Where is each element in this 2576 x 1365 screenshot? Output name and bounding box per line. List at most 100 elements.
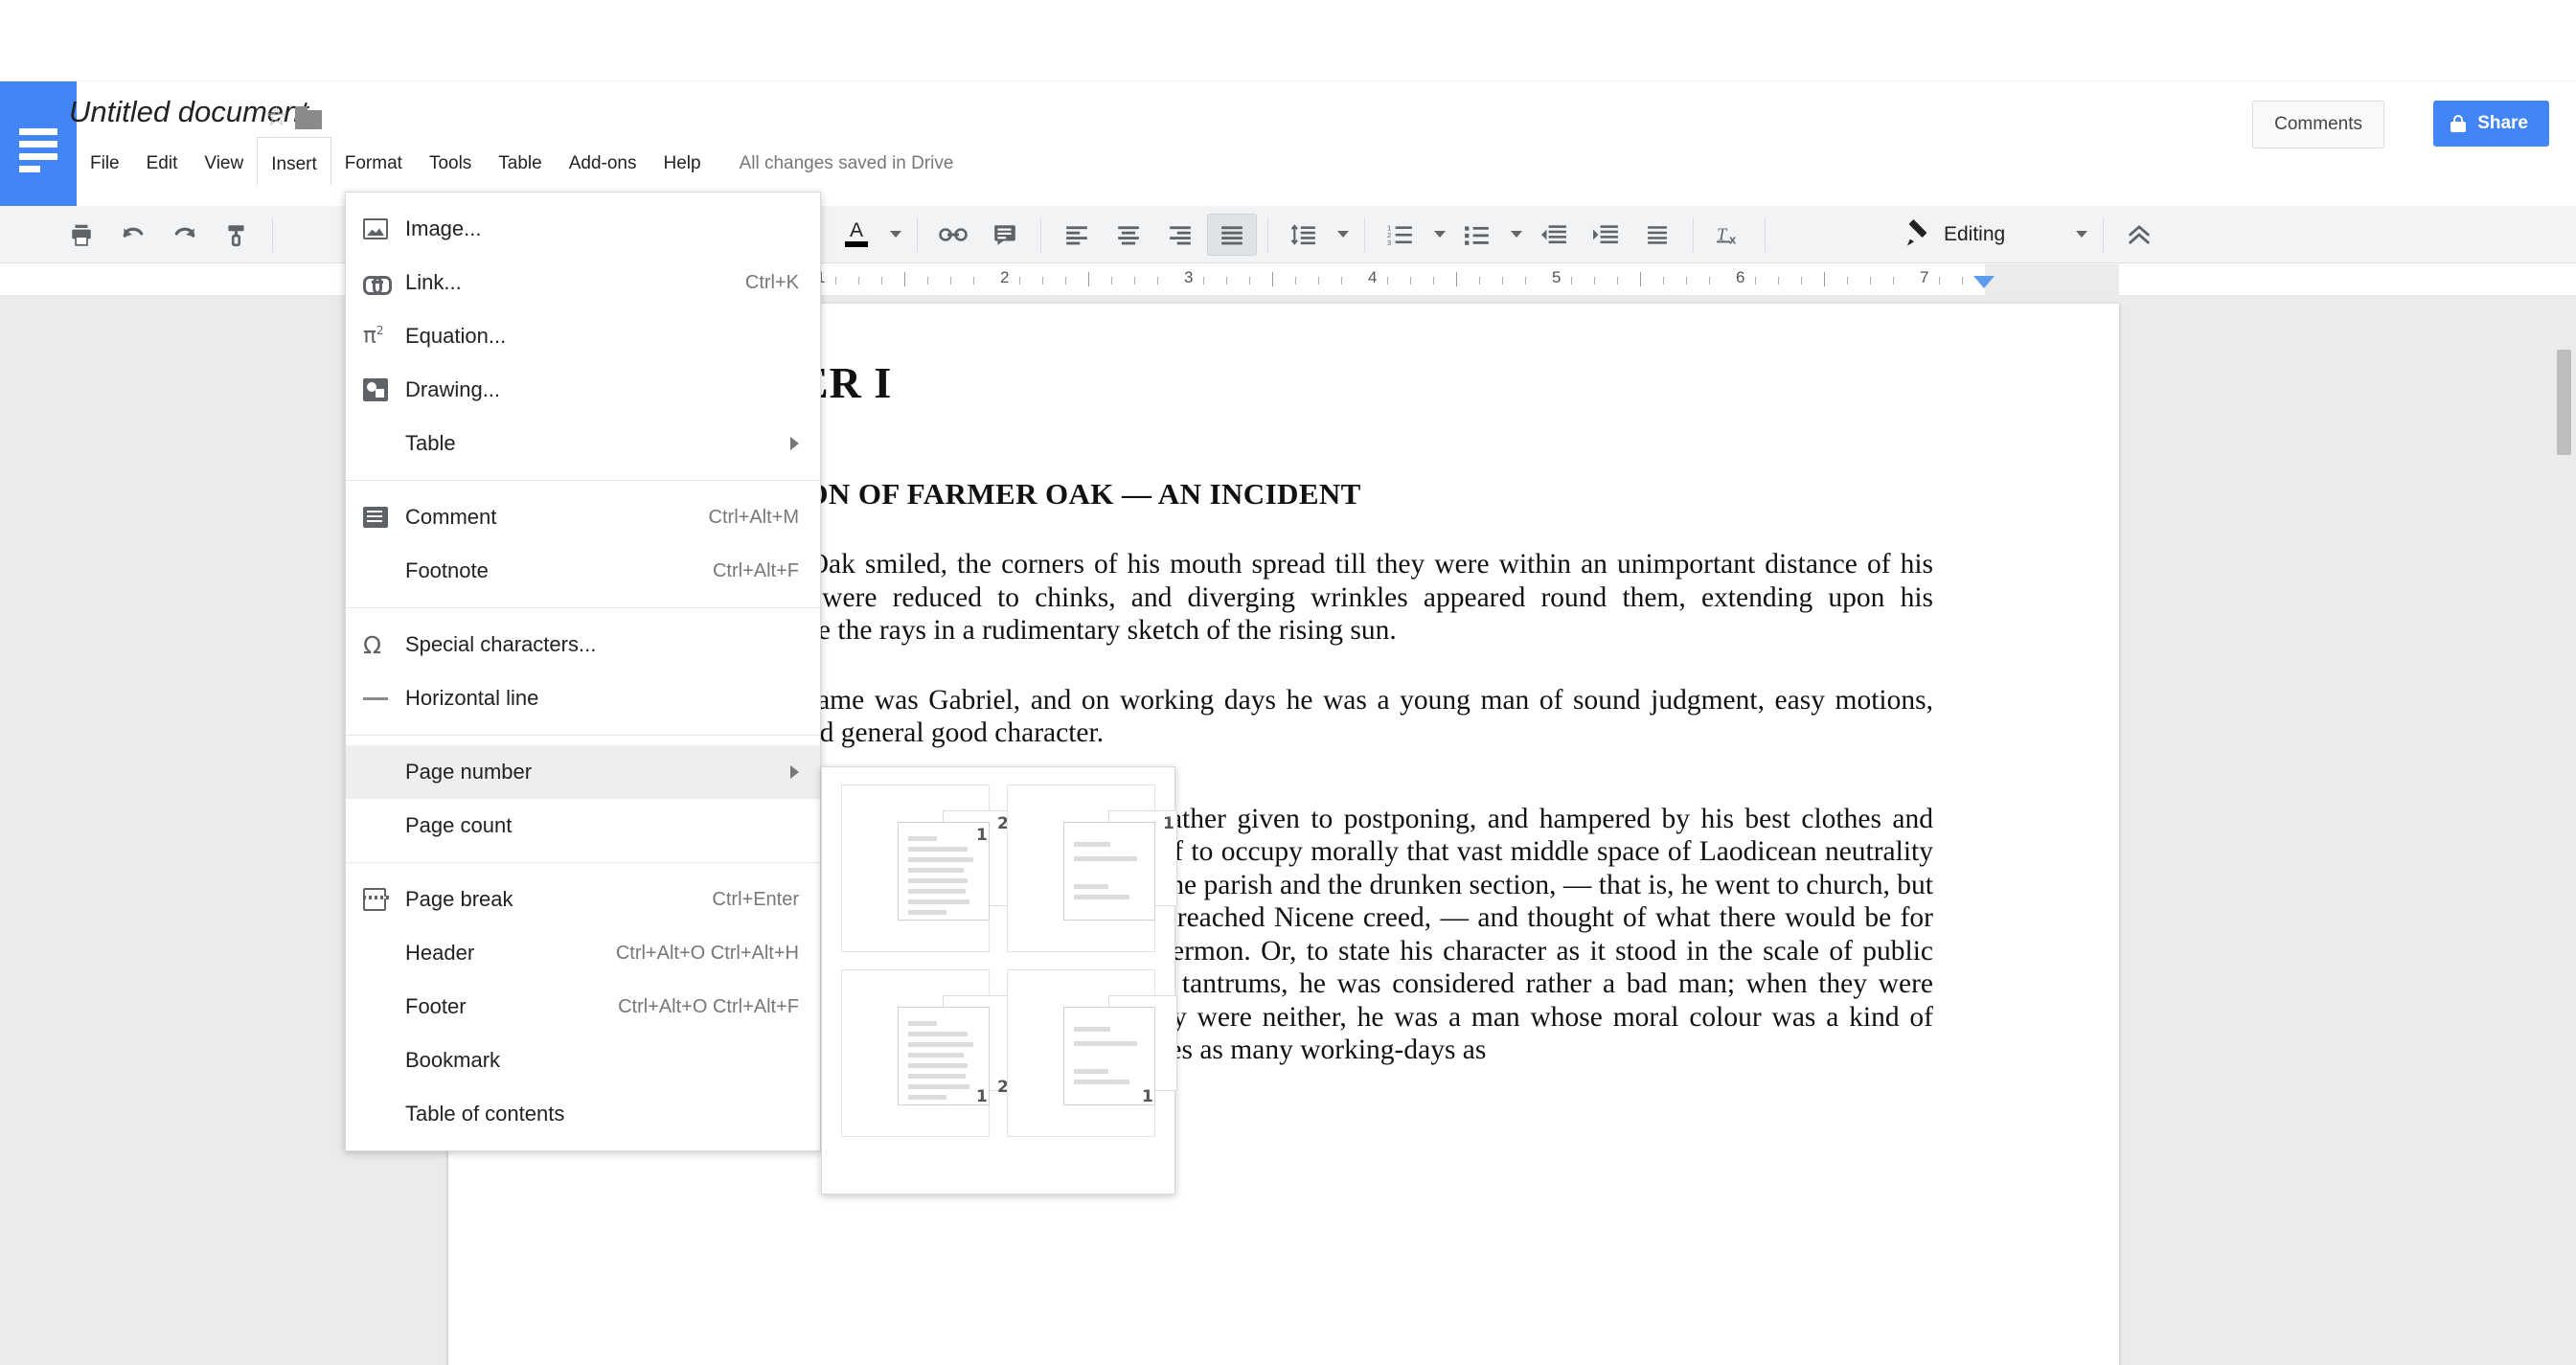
editing-mode-label: Editing <box>1944 222 2006 245</box>
align-left-icon[interactable] <box>1052 214 1102 256</box>
undo-icon[interactable] <box>108 214 158 256</box>
docs-hamburger-icon[interactable] <box>0 81 77 206</box>
menu-item-label: Page count <box>405 813 513 837</box>
menu-file[interactable]: File <box>77 143 133 185</box>
share-button-label: Share <box>2477 113 2528 133</box>
line-spacing-icon[interactable] <box>1279 214 1329 256</box>
text-color-swatch <box>845 241 868 248</box>
editing-mode-caret-icon[interactable] <box>2068 214 2093 256</box>
align-right-icon[interactable] <box>1155 214 1205 256</box>
omega-icon: Ω <box>363 630 382 659</box>
clear-formatting-icon[interactable]: Tx <box>1704 214 1754 256</box>
toolbar-divider <box>1364 216 1365 252</box>
insert-link-icon[interactable] <box>928 214 978 256</box>
ruler-scale[interactable]: 1234567 <box>803 264 2119 296</box>
share-button[interactable]: Share <box>2433 101 2549 147</box>
menu-separator <box>346 480 820 481</box>
menu-format[interactable]: Format <box>331 143 416 185</box>
redo-icon[interactable] <box>160 214 210 256</box>
hide-menus-chevron-double-up-icon[interactable] <box>2114 214 2164 256</box>
menu-item-page-break[interactable]: Page break Ctrl+Enter <box>346 873 820 926</box>
menu-view[interactable]: View <box>191 143 257 185</box>
text-color-button[interactable]: A <box>832 214 881 256</box>
document-paragraph-1a: When Farmer Oak smiled, the corners of h… <box>640 549 1933 646</box>
star-outline-icon[interactable]: ☆ <box>264 103 288 130</box>
bulleted-list-icon[interactable] <box>1452 214 1502 256</box>
menu-item-table[interactable]: Table <box>346 417 820 470</box>
logo-bar <box>19 166 40 172</box>
menu-item-link[interactable]: Link... Ctrl+K <box>346 256 820 309</box>
move-to-folder-icon[interactable] <box>295 106 324 129</box>
page-number-option-top-of-page-except-first[interactable]: 1 <box>1007 785 1177 952</box>
thumb-page-number: 1 <box>976 1087 988 1106</box>
text-color-caret-icon[interactable] <box>882 214 907 256</box>
menu-item-shortcut: Ctrl+Alt+O Ctrl+Alt+H <box>615 942 799 964</box>
page-title: CHAPTER I <box>640 358 893 407</box>
thumb-page-number: 1 <box>976 826 988 845</box>
menu-item-horizontal-line[interactable]: Horizontal line <box>346 671 820 725</box>
menu-item-table-of-contents[interactable]: Table of contents <box>346 1087 820 1141</box>
align-center-icon[interactable] <box>1104 214 1153 256</box>
menu-separator <box>346 862 820 863</box>
toolbar-divider <box>1693 216 1694 252</box>
toolbar-divider <box>2103 216 2105 252</box>
menu-item-drawing[interactable]: Drawing... <box>346 363 820 417</box>
right-indent-marker-icon[interactable] <box>1973 276 1995 288</box>
vertical-scrollbar-thumb[interactable] <box>2557 350 2571 455</box>
menu-item-footnote[interactable]: Footnote Ctrl+Alt+F <box>346 544 820 598</box>
section-subheading: DESCRIPTION OF FARMER OAK — AN INCIDENT <box>640 477 1361 511</box>
menu-item-page-number[interactable]: Page number <box>346 745 820 799</box>
horizontal-line-icon <box>363 696 405 700</box>
menu-separator <box>346 607 820 608</box>
page-number-submenu[interactable]: 211211 <box>821 766 1177 1194</box>
menu-item-label: Special characters... <box>405 632 597 656</box>
numbered-list-icon[interactable]: 123 <box>1376 214 1425 256</box>
menu-edit[interactable]: Edit <box>133 143 192 185</box>
toolbar-align-justify-2-icon[interactable] <box>1632 214 1682 256</box>
numbered-list-caret-icon[interactable] <box>1426 214 1451 256</box>
menu-item-shortcut: Ctrl+Alt+M <box>708 506 799 528</box>
menu-item-label: Drawing... <box>405 377 501 401</box>
menu-insert[interactable]: Insert <box>257 137 331 185</box>
menu-help[interactable]: Help <box>650 143 715 185</box>
menu-item-comment[interactable]: Comment Ctrl+Alt+M <box>346 490 820 544</box>
menu-table[interactable]: Table <box>485 143 555 185</box>
print-icon[interactable] <box>57 214 106 256</box>
svg-text:T: T <box>1717 224 1728 243</box>
menu-item-label: Footnote <box>405 558 489 582</box>
submenu-arrow-icon <box>790 437 799 450</box>
vertical-scrollbar[interactable] <box>2553 296 2576 1365</box>
menu-item-label: Table of contents <box>405 1102 565 1126</box>
logo-bar <box>19 153 57 160</box>
menu-item-special-characters[interactable]: Ω Special characters... <box>346 618 820 671</box>
ruler-number: 7 <box>1920 268 1929 286</box>
align-justify-icon[interactable] <box>1207 213 1257 256</box>
page-number-option-top-of-page-right-aligned[interactable]: 21 <box>841 785 1012 952</box>
comments-button[interactable]: Comments <box>2252 101 2384 148</box>
decrease-indent-icon[interactable] <box>1529 214 1579 256</box>
insert-comment-icon[interactable] <box>980 214 1030 256</box>
page-number-option-bottom-of-page-except-first[interactable]: 1 <box>1007 969 1177 1137</box>
page-number-option-bottom-of-page-right-aligned[interactable]: 21 <box>841 969 1012 1137</box>
paint-format-icon[interactable] <box>212 214 262 256</box>
pencil-icon <box>1905 222 1930 247</box>
menu-item-image[interactable]: Image... <box>346 202 820 256</box>
lock-icon <box>2451 115 2467 132</box>
menu-tools[interactable]: Tools <box>416 143 485 185</box>
increase-indent-icon[interactable] <box>1581 214 1630 256</box>
editing-mode-selector[interactable]: Editing <box>1890 214 2020 256</box>
save-status: All changes saved in Drive <box>739 153 954 173</box>
link-icon <box>363 276 405 295</box>
menu-item-equation[interactable]: π2 Equation... <box>346 309 820 363</box>
bulleted-list-caret-icon[interactable] <box>1503 214 1528 256</box>
menu-add-ons[interactable]: Add-ons <box>556 143 650 185</box>
menu-item-shortcut: Ctrl+Alt+O Ctrl+Alt+F <box>618 995 799 1017</box>
menu-item-header[interactable]: Header Ctrl+Alt+O Ctrl+Alt+H <box>346 926 820 980</box>
menu-item-bookmark[interactable]: Bookmark <box>346 1034 820 1087</box>
line-spacing-caret-icon[interactable] <box>1330 214 1355 256</box>
menu-item-page-count[interactable]: Page count <box>346 799 820 853</box>
menu-item-footer[interactable]: Footer Ctrl+Alt+O Ctrl+Alt+F <box>346 980 820 1034</box>
svg-text:x: x <box>1729 232 1737 246</box>
insert-dropdown-menu[interactable]: Image... Link... Ctrl+K π2 Equation... Drawin… <box>345 192 821 1151</box>
menu-separator <box>346 735 820 736</box>
